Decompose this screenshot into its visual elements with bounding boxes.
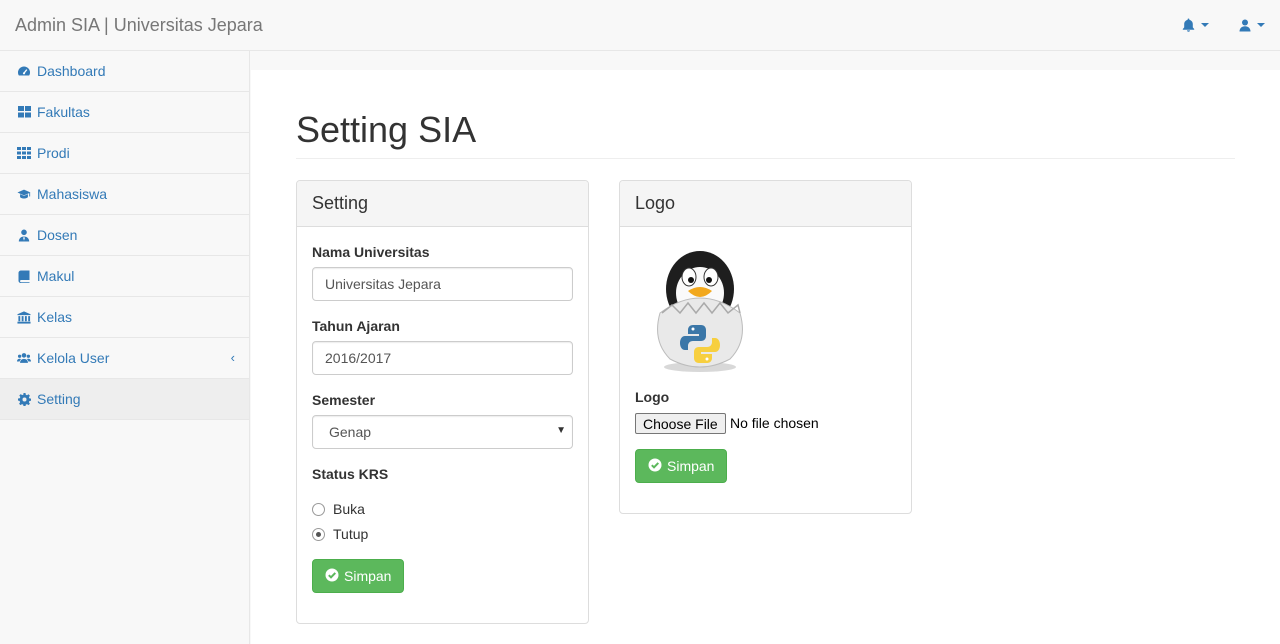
logo-panel-heading: Logo (620, 181, 911, 227)
nama-universitas-input[interactable] (312, 267, 573, 301)
tahun-ajaran-input[interactable] (312, 341, 573, 375)
title-divider (296, 158, 1235, 159)
book-icon (17, 269, 31, 283)
brand-title[interactable]: Admin SIA | Universitas Jepara (15, 14, 263, 36)
sidebar-item-kelas[interactable]: Kelas (0, 297, 249, 338)
sidebar-item-label: Dashboard (37, 63, 106, 79)
nama-universitas-label: Nama Universitas (312, 244, 430, 260)
check-circle-icon (325, 568, 339, 585)
semester-label: Semester (312, 392, 376, 408)
sidebar-item-label: Kelas (37, 309, 73, 325)
sidebar-item-fakultas[interactable]: Fakultas (0, 92, 249, 133)
chevron-left-icon: ‹ (230, 350, 235, 365)
sidebar-item-makul[interactable]: Makul (0, 256, 249, 297)
semester-select[interactable]: Genap ▼ (312, 415, 573, 449)
gear-icon (17, 392, 31, 406)
sidebar-item-label: Kelola User (37, 350, 110, 366)
radio-label-tutup: Tutup (333, 526, 369, 542)
setting-panel-heading: Setting (297, 181, 588, 227)
sidebar-item-dashboard[interactable]: Dashboard (0, 51, 249, 92)
logo-panel: Logo Logo Choose File No file chosen Sim… (619, 180, 912, 514)
sidebar-item-kelola-user[interactable]: Kelola User ‹ (0, 338, 249, 379)
semester-selected-value: Genap (329, 424, 372, 440)
simpan-setting-button[interactable]: Simpan (312, 559, 405, 593)
sidebar-item-label: Makul (37, 268, 75, 284)
radio-label-buka: Buka (333, 501, 365, 517)
users-icon (17, 351, 31, 365)
radio-option-tutup[interactable]: Tutup (312, 526, 368, 542)
sidebar: Dashboard Fakultas Prodi Mahasiswa Dosen… (0, 51, 250, 644)
sidebar-item-label: Prodi (37, 145, 70, 161)
chevron-down-icon (1201, 23, 1209, 27)
logo-field-label: Logo (635, 389, 670, 405)
top-navbar: Admin SIA | Universitas Jepara (0, 0, 1280, 51)
user-dropdown[interactable] (1224, 0, 1280, 50)
graduation-cap-icon (17, 187, 31, 201)
simpan-label: Simpan (667, 458, 715, 474)
navbar-right (1167, 0, 1280, 50)
check-circle-icon (648, 458, 662, 475)
tahun-ajaran-label: Tahun Ajaran (312, 318, 400, 334)
simpan-logo-button[interactable]: Simpan (635, 449, 728, 483)
radio-option-buka[interactable]: Buka (312, 501, 365, 517)
user-icon (1239, 19, 1251, 32)
simpan-label: Simpan (344, 568, 392, 584)
radio-buka[interactable] (312, 502, 325, 516)
sidebar-item-label: Dosen (37, 227, 78, 243)
dashboard-icon (17, 64, 31, 78)
radio-tutup[interactable] (312, 527, 325, 541)
bell-icon (1182, 18, 1195, 32)
sidebar-item-mahasiswa[interactable]: Mahasiswa (0, 174, 249, 215)
institution-icon (17, 310, 31, 324)
status-krs-label: Status KRS (312, 466, 389, 482)
page-title: Setting SIA (296, 109, 477, 150)
chevron-down-icon (1257, 23, 1265, 27)
sidebar-item-dosen[interactable]: Dosen (0, 215, 249, 256)
logo-image (642, 241, 762, 373)
dropdown-arrow-icon: ▼ (556, 425, 566, 436)
no-file-chosen-text: No file chosen (730, 415, 819, 431)
grid-large-icon (17, 105, 31, 119)
sidebar-item-label: Setting (37, 391, 81, 407)
user-tie-icon (17, 228, 31, 242)
grid-small-icon (17, 146, 31, 160)
choose-file-button[interactable]: Choose File (635, 413, 726, 434)
setting-panel: Setting Nama Universitas Tahun Ajaran Se… (296, 180, 589, 624)
sidebar-item-setting[interactable]: Setting (0, 379, 249, 420)
main-content: Setting SIA Setting Nama Universitas Tah… (251, 70, 1280, 644)
sidebar-item-prodi[interactable]: Prodi (0, 133, 249, 174)
sidebar-item-label: Fakultas (37, 104, 90, 120)
sidebar-item-label: Mahasiswa (37, 186, 108, 202)
notifications-dropdown[interactable] (1167, 0, 1224, 50)
